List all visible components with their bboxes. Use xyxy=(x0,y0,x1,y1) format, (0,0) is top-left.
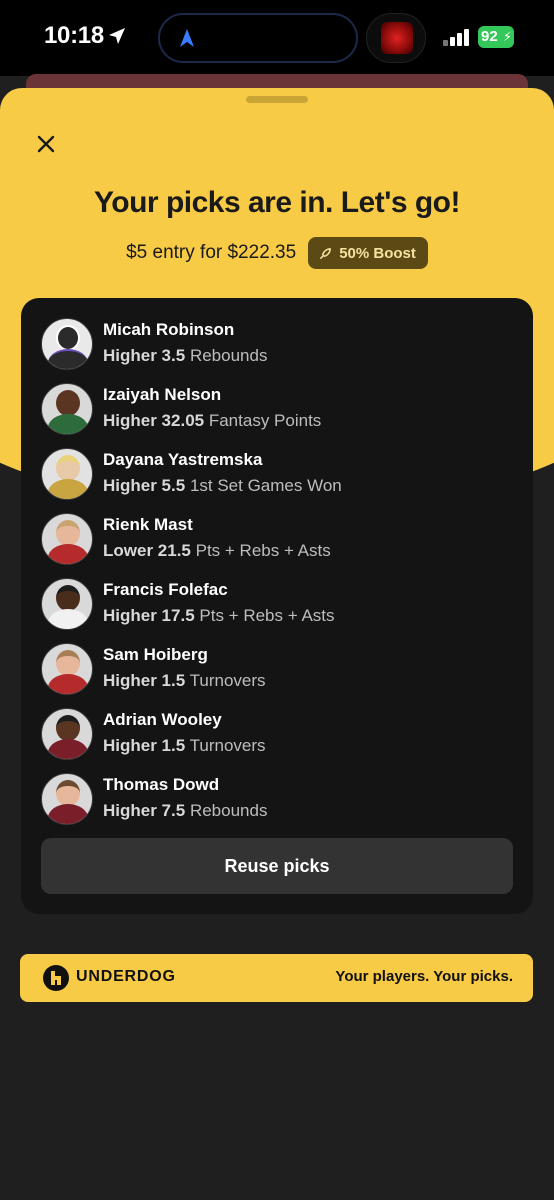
player-avatar xyxy=(41,383,93,435)
player-avatar xyxy=(41,578,93,630)
player-name: Izaiyah Nelson xyxy=(103,385,222,404)
brand-tagline: Your players. Your picks. xyxy=(335,968,513,985)
signal-icon xyxy=(443,28,471,46)
pick-item[interactable]: Francis Folefac Higher 17.5 Pts + Rebs +… xyxy=(41,578,511,634)
status-bar: 10:18 92 ⚡ xyxy=(0,0,554,76)
pick-stat: Rebounds xyxy=(189,346,268,365)
player-name: Micah Robinson xyxy=(103,320,235,339)
pick-direction: Lower 21.5 xyxy=(103,541,191,560)
player-avatar xyxy=(41,643,93,695)
battery-icon: 92 ⚡ xyxy=(478,26,514,48)
player-avatar xyxy=(41,513,93,565)
pick-item[interactable]: Izaiyah Nelson Higher 32.05 Fantasy Poin… xyxy=(41,383,511,439)
dynamic-island[interactable] xyxy=(158,13,358,63)
boost-label: 50% Boost xyxy=(339,244,416,262)
pick-projection: Higher 7.5 Rebounds xyxy=(103,801,267,821)
player-avatar-placeholder xyxy=(41,318,93,370)
pick-direction: Higher 7.5 xyxy=(103,801,186,820)
pick-stat: Pts + Rebs + Asts xyxy=(199,606,335,625)
pick-projection: Higher 3.5 Rebounds xyxy=(103,346,267,366)
pick-projection: Higher 1.5 Turnovers xyxy=(103,671,266,691)
reuse-picks-button[interactable]: Reuse picks xyxy=(41,838,513,894)
status-time: 10:18 xyxy=(44,22,104,49)
pick-stat: Turnovers xyxy=(189,671,266,690)
pick-projection: Higher 1.5 Turnovers xyxy=(103,736,266,756)
player-name: Adrian Wooley xyxy=(103,710,222,729)
pick-item[interactable]: Thomas Dowd Higher 7.5 Rebounds xyxy=(41,773,511,829)
pick-item[interactable]: Sam Hoiberg Higher 1.5 Turnovers xyxy=(41,643,511,699)
brand-banner: UNDERDOG Your players. Your picks. xyxy=(20,954,533,1002)
charging-bolt-icon: ⚡ xyxy=(502,29,512,44)
album-art xyxy=(381,22,413,54)
picks-list-card: Micah Robinson Higher 3.5 Rebounds Izaiy… xyxy=(21,298,533,914)
player-name: Rienk Mast xyxy=(103,515,193,534)
pick-direction: Higher 3.5 xyxy=(103,346,186,365)
battery-level: 92 xyxy=(481,28,498,45)
brand-name: UNDERDOG xyxy=(76,968,176,985)
picks-confirmation-sheet: Your picks are in. Let's go! $5 entry fo… xyxy=(0,88,554,1200)
entry-summary: $5 entry for $222.35 50% Boost xyxy=(0,236,554,270)
pick-direction: Higher 1.5 xyxy=(103,736,186,755)
pick-projection: Lower 21.5 Pts + Rebs + Asts xyxy=(103,541,331,561)
navigation-arrow-icon xyxy=(180,29,194,47)
close-icon[interactable] xyxy=(30,128,62,160)
pick-item[interactable]: Rienk Mast Lower 21.5 Pts + Rebs + Asts xyxy=(41,513,511,569)
player-avatar xyxy=(41,708,93,760)
pick-direction: Higher 17.5 xyxy=(103,606,195,625)
pick-projection: Higher 17.5 Pts + Rebs + Asts xyxy=(103,606,335,626)
pick-stat: Turnovers xyxy=(189,736,266,755)
player-avatar xyxy=(41,448,93,500)
player-name: Francis Folefac xyxy=(103,580,228,599)
player-name: Thomas Dowd xyxy=(103,775,220,794)
page-title: Your picks are in. Let's go! xyxy=(94,186,461,219)
pick-projection: Higher 32.05 Fantasy Points xyxy=(103,411,321,431)
now-playing-island[interactable] xyxy=(366,13,426,63)
pick-stat: Fantasy Points xyxy=(208,411,322,430)
location-arrow-icon xyxy=(109,28,125,44)
rocket-icon xyxy=(320,247,332,259)
player-name: Sam Hoiberg xyxy=(103,645,208,664)
pick-item[interactable]: Adrian Wooley Higher 1.5 Turnovers xyxy=(41,708,511,764)
entry-payout-text: $5 entry for $222.35 xyxy=(126,242,297,263)
pick-item[interactable]: Micah Robinson Higher 3.5 Rebounds xyxy=(41,318,511,374)
pick-stat: 1st Set Games Won xyxy=(189,476,342,495)
sheet-grabber[interactable] xyxy=(246,96,308,103)
pick-stat: Rebounds xyxy=(189,801,268,820)
player-name: Dayana Yastremska xyxy=(103,450,263,469)
pick-stat: Pts + Rebs + Asts xyxy=(195,541,331,560)
pick-direction: Higher 1.5 xyxy=(103,671,186,690)
pick-projection: Higher 5.5 1st Set Games Won xyxy=(103,476,342,496)
player-avatar xyxy=(41,773,93,825)
pick-direction: Higher 32.05 xyxy=(103,411,205,430)
pick-item[interactable]: Dayana Yastremska Higher 5.5 1st Set Gam… xyxy=(41,448,511,504)
underdog-logo-icon xyxy=(43,965,69,991)
pick-direction: Higher 5.5 xyxy=(103,476,186,495)
boost-badge: 50% Boost xyxy=(308,237,428,269)
